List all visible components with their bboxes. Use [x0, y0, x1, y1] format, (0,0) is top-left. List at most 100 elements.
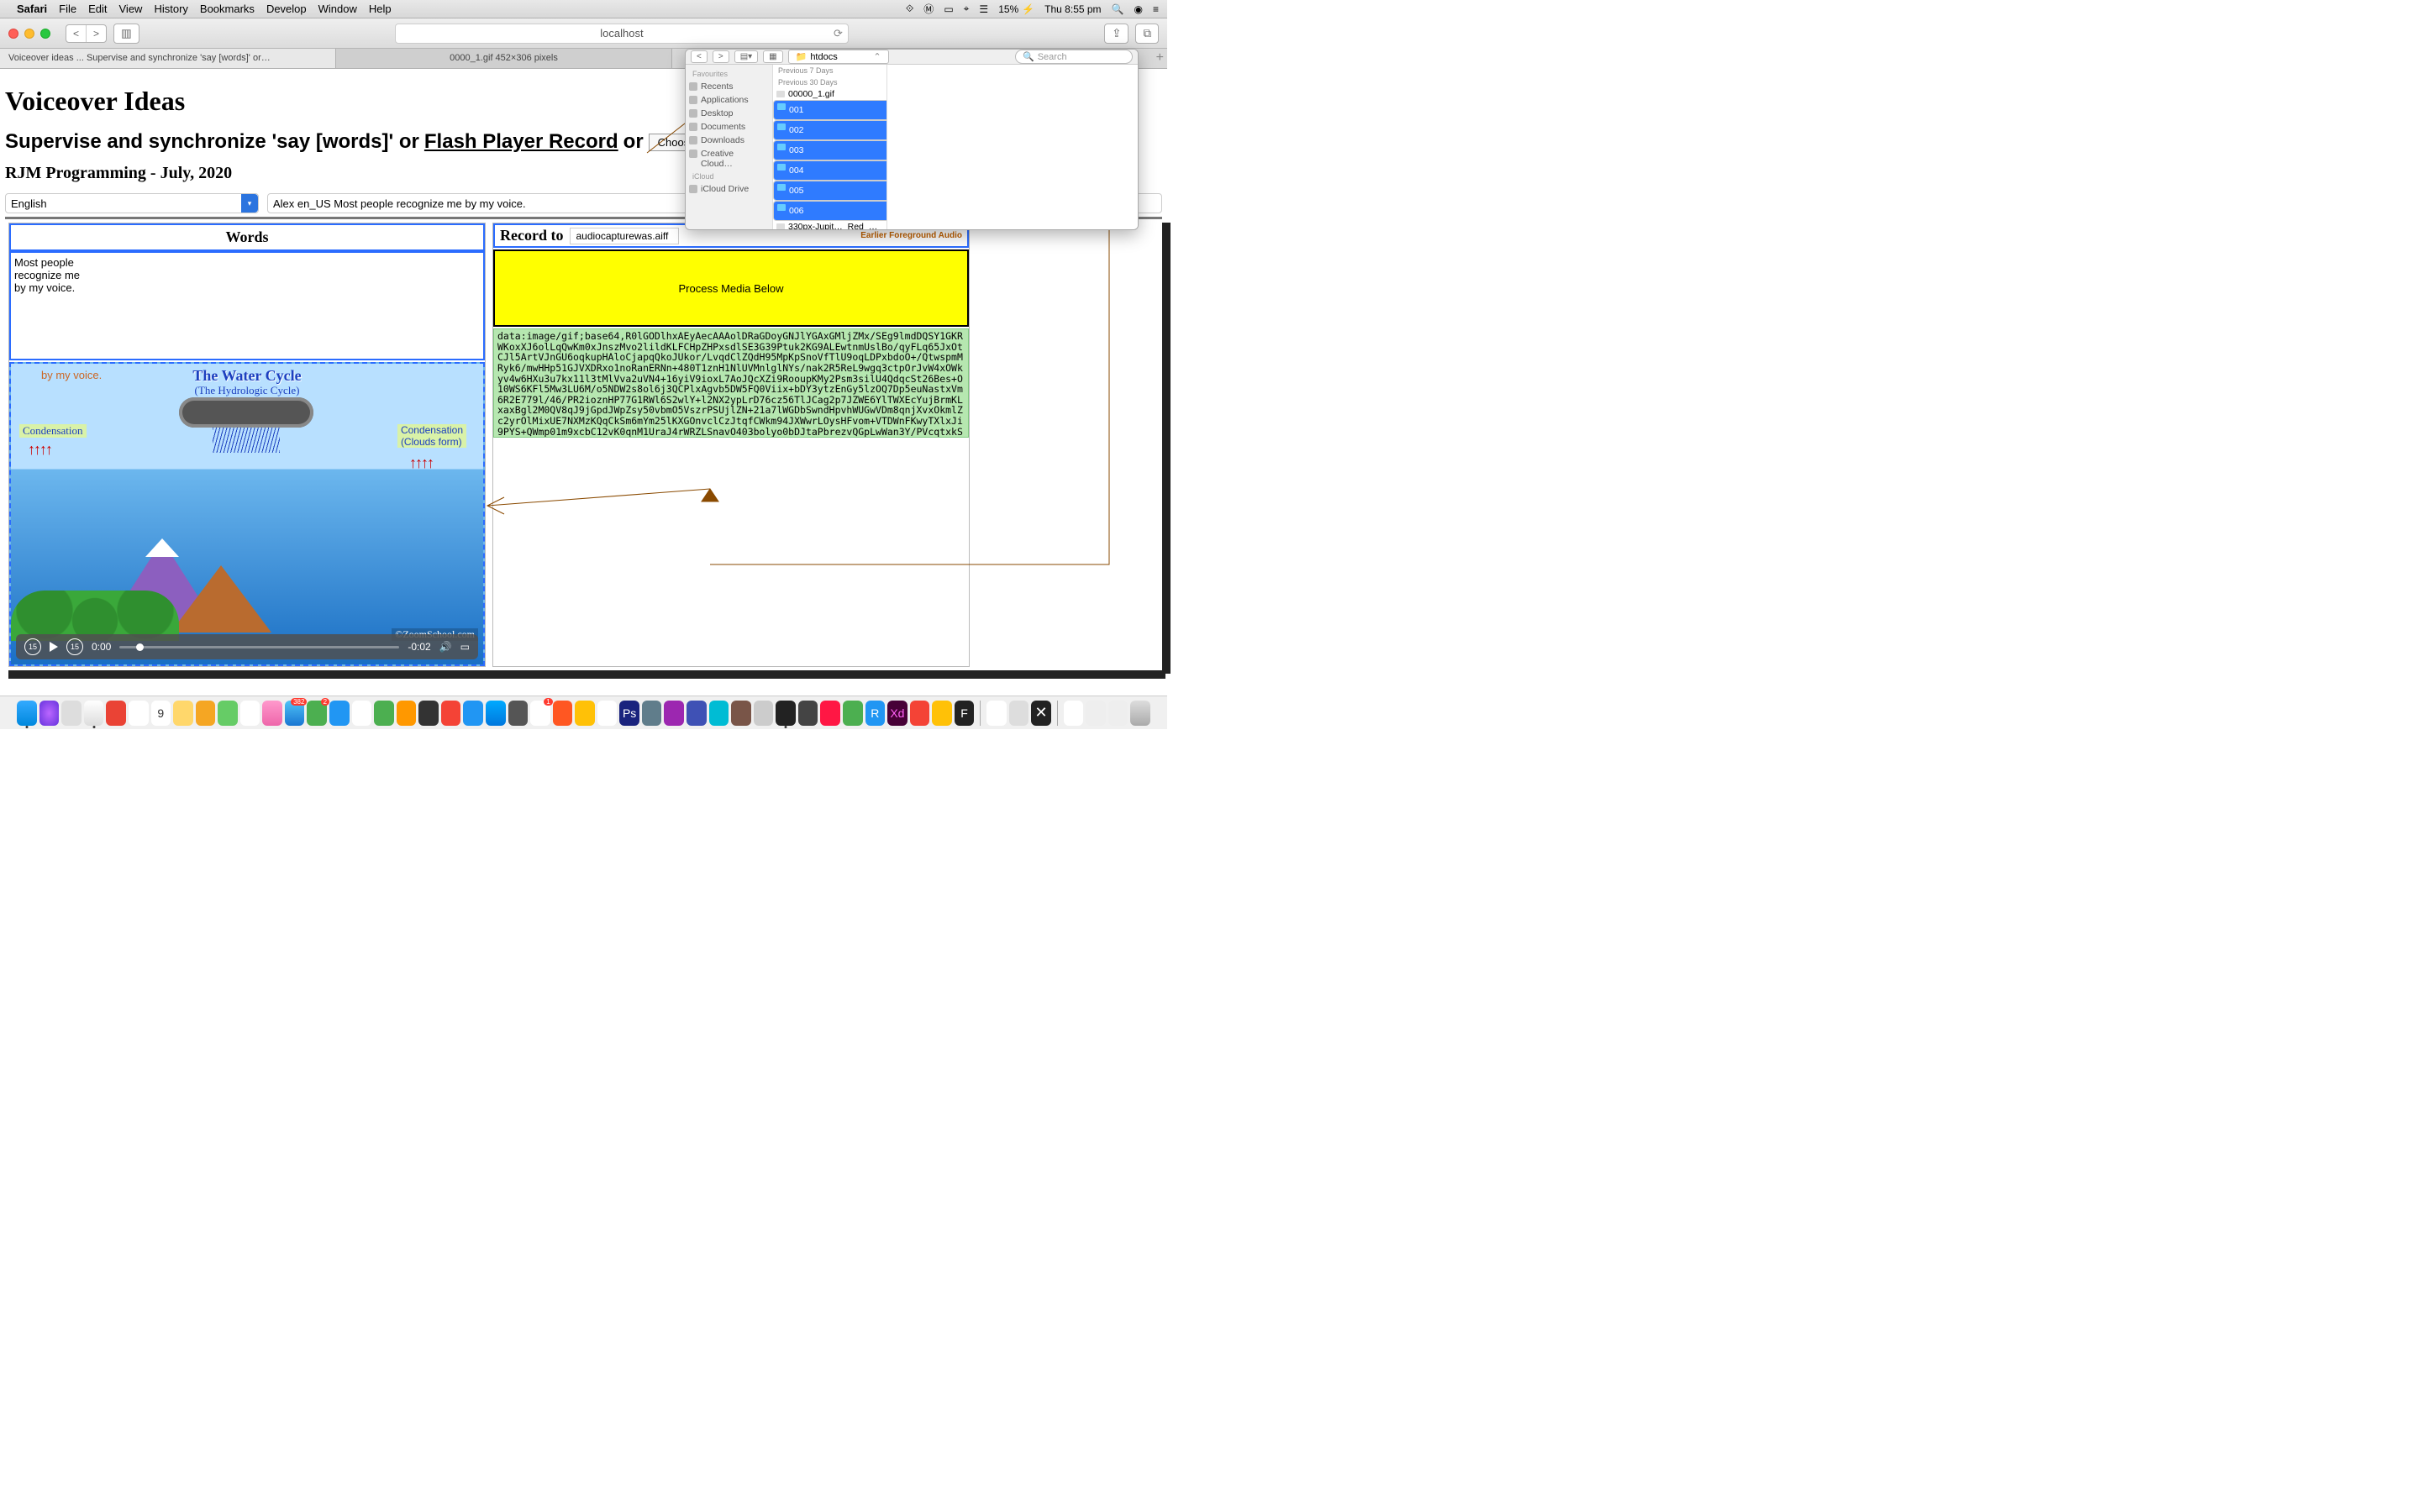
battery-status[interactable]: 15% ⚡: [998, 3, 1034, 15]
zoom-window[interactable]: [40, 29, 50, 39]
dock-app-23[interactable]: [508, 701, 529, 726]
fd-row[interactable]: 004: [773, 160, 887, 181]
new-tab-button[interactable]: +: [1156, 50, 1164, 66]
dock-app-9[interactable]: [196, 701, 216, 726]
dock-downloads[interactable]: [1064, 701, 1084, 726]
dock-contacts[interactable]: [106, 701, 126, 726]
dock-app-30[interactable]: [664, 701, 684, 726]
dock-calendar[interactable]: [129, 701, 149, 726]
dock-app-36[interactable]: [798, 701, 818, 726]
address-bar[interactable]: localhost ⟳: [395, 24, 849, 44]
app-name[interactable]: Safari: [17, 3, 47, 15]
fd-side-downloads[interactable]: Downloads: [686, 134, 772, 147]
fd-side-creative-cloud[interactable]: Creative Cloud…: [686, 147, 772, 171]
dock-app-r[interactable]: R: [865, 701, 886, 726]
flash-player-link[interactable]: Flash Player Record: [424, 130, 618, 154]
dock-pages[interactable]: [352, 701, 372, 726]
sidebar-toggle[interactable]: ▥: [113, 24, 139, 44]
share-button[interactable]: ⇪: [1104, 24, 1128, 44]
dock-app-25[interactable]: [553, 701, 573, 726]
fd-row[interactable]: 330px-Jupit…_Red_Spot.jpg: [773, 221, 886, 230]
fd-row[interactable]: 001: [773, 100, 887, 120]
dock-keynote[interactable]: [397, 701, 417, 726]
fd-location[interactable]: 📁 htdocs ⌃: [788, 50, 889, 64]
fd-side-applications[interactable]: Applications: [686, 93, 772, 107]
dock-xd[interactable]: Xd: [887, 701, 908, 726]
media-progress[interactable]: [119, 646, 399, 648]
dock-app-19[interactable]: [418, 701, 439, 726]
dock-app-store[interactable]: [486, 701, 506, 726]
dock-notes[interactable]: [173, 701, 193, 726]
forward-button[interactable]: >: [86, 25, 106, 42]
dock-recent-3[interactable]: ✕: [1031, 701, 1051, 726]
fd-view-mode[interactable]: ▤▾: [734, 50, 758, 63]
menu-window[interactable]: Window: [318, 3, 357, 15]
fd-row[interactable]: 00000_1.gif: [773, 88, 886, 100]
dock-app-29[interactable]: [642, 701, 662, 726]
dock-reminders[interactable]: [240, 701, 260, 726]
airplay-icon[interactable]: ▭: [944, 3, 953, 15]
dock-app-10[interactable]: [218, 701, 238, 726]
fd-side-recents[interactable]: Recents: [686, 80, 772, 93]
record-filename-input[interactable]: [570, 228, 679, 244]
close-window[interactable]: [8, 29, 18, 39]
menu-develop[interactable]: Develop: [266, 3, 307, 15]
clock[interactable]: Thu 8:55 pm: [1044, 3, 1101, 15]
dock-music[interactable]: [262, 701, 282, 726]
dock-app-15[interactable]: [329, 701, 350, 726]
fd-side-desktop[interactable]: Desktop: [686, 107, 772, 120]
fd-side-icloud-drive[interactable]: iCloud Drive: [686, 182, 772, 196]
menu-edit[interactable]: Edit: [88, 3, 107, 15]
fd-search[interactable]: 🔍 Search: [1015, 50, 1133, 64]
volume-icon[interactable]: 🔊: [439, 641, 452, 653]
dock-folder-1[interactable]: [1086, 701, 1106, 726]
dock-recent-1[interactable]: [986, 701, 1007, 726]
dock-gimp[interactable]: [754, 701, 774, 726]
language-select[interactable]: English ▾: [5, 193, 259, 213]
wifi-icon[interactable]: ☰: [979, 3, 988, 15]
dock-photoshop[interactable]: Ps: [619, 701, 639, 726]
process-media-box[interactable]: Process Media Below: [493, 249, 969, 327]
dock-app-31[interactable]: [687, 701, 707, 726]
fd-group[interactable]: ▦: [763, 50, 782, 63]
dock-app-37[interactable]: [820, 701, 840, 726]
dock-numbers[interactable]: [374, 701, 394, 726]
dock-app-7[interactable]: 9: [151, 701, 171, 726]
reload-icon[interactable]: ⟳: [834, 27, 843, 40]
menu-file[interactable]: File: [59, 3, 76, 15]
rewind-15-button[interactable]: 15: [24, 638, 41, 655]
dock-app-42[interactable]: [932, 701, 952, 726]
dock-messages[interactable]: 2: [307, 701, 327, 726]
fd-side-documents[interactable]: Documents: [686, 120, 772, 134]
dock-app-32[interactable]: [709, 701, 729, 726]
dock-app-38[interactable]: [843, 701, 863, 726]
status-icon-1[interactable]: ⟐: [906, 3, 913, 15]
dock-mail[interactable]: 382: [285, 701, 305, 726]
fd-row[interactable]: 003: [773, 140, 887, 160]
tab-0[interactable]: Voiceover ideas ... Supervise and synchr…: [0, 49, 336, 68]
dock-app-43[interactable]: F: [955, 701, 975, 726]
menu-view[interactable]: View: [119, 3, 143, 15]
dock-filezilla[interactable]: [910, 701, 930, 726]
dock-launchpad[interactable]: [61, 701, 82, 726]
dock-terminal[interactable]: [776, 701, 796, 726]
menu-history[interactable]: History: [154, 3, 187, 15]
dock-trash[interactable]: [1130, 701, 1150, 726]
media-play-button[interactable]: [50, 642, 58, 652]
menu-bookmarks[interactable]: Bookmarks: [200, 3, 255, 15]
dock-app-21[interactable]: [463, 701, 483, 726]
menu-help[interactable]: Help: [369, 3, 392, 15]
notification-center-icon[interactable]: ≡: [1153, 3, 1159, 15]
tab-1[interactable]: 0000_1.gif 452×306 pixels: [336, 49, 672, 68]
back-button[interactable]: <: [66, 25, 86, 42]
dock-finder[interactable]: [17, 701, 37, 726]
words-textarea[interactable]: [9, 251, 485, 360]
fd-back[interactable]: <: [691, 50, 708, 63]
fd-fwd[interactable]: >: [713, 50, 729, 63]
base64-text[interactable]: data:image/gif;base64,R0lGODlhxAEyAecAAA…: [493, 328, 969, 438]
siri-icon[interactable]: ◉: [1134, 3, 1143, 15]
status-icon-2[interactable]: Ⓜ: [923, 2, 934, 16]
dock-folder-2[interactable]: [1108, 701, 1128, 726]
fd-row[interactable]: 002: [773, 120, 887, 140]
fd-row[interactable]: 005: [773, 181, 887, 201]
